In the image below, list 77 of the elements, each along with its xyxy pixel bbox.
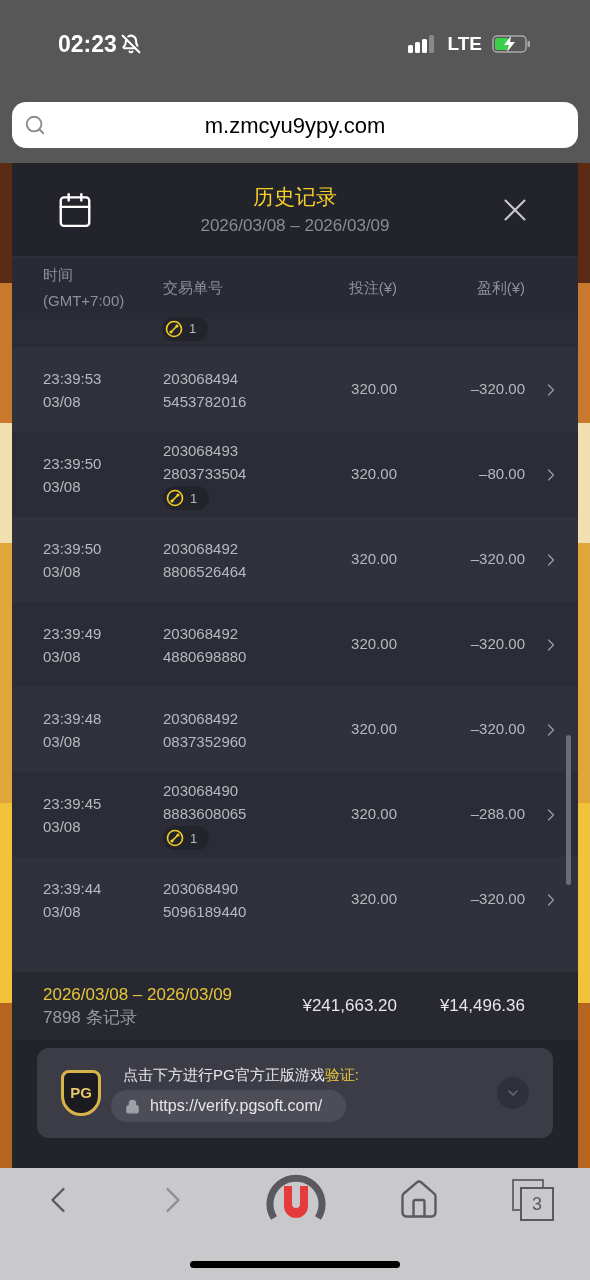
bet-amount: 320.00 (351, 720, 397, 738)
table-row[interactable]: 23:39:53 03/08 203068494 5453782016 320.00 –320.00 (12, 347, 578, 432)
verify-link[interactable]: https://verify.pgsoft.com/ (111, 1090, 347, 1123)
row-time: 23:39:48 (43, 708, 103, 729)
bet-amount: 320.00 (351, 465, 397, 483)
profit-amount: –320.00 (470, 890, 525, 908)
row-time: 23:39:53 (43, 368, 103, 389)
clock: 02:23 (58, 29, 117, 59)
verification-text: 点击下方进行PG官方正版游戏验证: (123, 1064, 360, 1085)
pg-shield-logo: PG (61, 1070, 101, 1116)
row-date: 03/08 (43, 816, 82, 837)
transaction-id: 203068492 (163, 538, 240, 559)
network-type: LTE (447, 31, 482, 56)
column-header: 投注(¥) (348, 278, 397, 296)
summary-date-range: 2026/03/08 – 2026/03/09 (43, 984, 234, 1006)
record-count: 7898 条记录 (43, 1007, 138, 1029)
row-date: 03/08 (43, 646, 82, 667)
profit-amount: –320.00 (470, 635, 525, 653)
bet-amount: 320.00 (351, 380, 397, 398)
row-date: 03/08 (43, 561, 82, 582)
table-row[interactable]: 23:39:48 03/08 203068492 0837352960 320.00 –320.00 (12, 687, 578, 772)
transaction-id: 8883608065 (163, 804, 248, 824)
transaction-id: 5096189440 (163, 901, 248, 922)
bet-amount: 320.00 (351, 635, 397, 653)
table-row[interactable]: 23:39:49 03/08 203068492 4880698880 320.00 –320.00 (12, 602, 578, 687)
dialog-title: 历史记录 (253, 184, 337, 210)
profit-amount: –320.00 (470, 720, 525, 738)
profit-amount: –320.00 (470, 380, 525, 398)
row-date: 03/08 (43, 731, 82, 752)
lock-icon (125, 1098, 140, 1114)
address-bar[interactable]: m.zmcyu9ypy.com (12, 102, 578, 148)
column-header: 时间 (43, 265, 74, 285)
row-time: 23:39:44 (43, 878, 103, 899)
row-time: 23:39:50 (43, 453, 103, 474)
date-range: 2026/03/08 – 2026/03/09 (200, 214, 390, 237)
transaction-id: 8806526464 (163, 561, 248, 582)
row-date: 03/08 (43, 391, 82, 412)
total-profit: ¥14,496.36 (439, 996, 525, 1016)
table-row[interactable]: 23:39:50 03/08 203068492 8806526464 320.00 –320.00 (12, 517, 578, 602)
transaction-id: 2803733504 (163, 464, 248, 484)
transaction-id: 203068493 (163, 441, 240, 461)
row-time: 23:39:45 (43, 793, 103, 814)
total-bet: ¥241,663.20 (302, 996, 397, 1016)
transaction-id: 203068492 (163, 708, 240, 729)
column-header: 交易单号 (163, 278, 223, 296)
row-date: 03/08 (43, 476, 82, 497)
row-date: 03/08 (43, 901, 82, 922)
table-row[interactable]: 1 (12, 318, 578, 347)
table-row[interactable]: 23:39:50 03/08 203068493 2803733504 1 320.00 –80.00 (12, 432, 578, 517)
transaction-id: 0837352960 (163, 731, 248, 752)
row-time: 23:39:50 (43, 538, 103, 559)
column-header: 盈利(¥) (476, 278, 525, 296)
multiplier-badge: 1 (162, 317, 209, 341)
row-time: 23:39:49 (43, 623, 103, 644)
transaction-id: 203068490 (163, 781, 240, 801)
bet-amount: 320.00 (351, 890, 397, 908)
multiplier-badge: 1 (163, 826, 210, 850)
search-icon (24, 114, 46, 136)
link-icon (166, 489, 184, 507)
link-icon (165, 320, 183, 338)
table-row[interactable]: 23:39:44 03/08 203068490 5096189440 320.00 –320.00 (12, 857, 578, 942)
profit-amount: –320.00 (470, 550, 525, 568)
transaction-id: 203068490 (163, 878, 240, 899)
battery-charging-icon (492, 34, 532, 54)
transaction-id: 5453782016 (163, 391, 248, 412)
bell-off-icon (120, 34, 141, 54)
transaction-id: 4880698880 (163, 646, 248, 667)
transaction-id: 203068492 (163, 623, 240, 644)
column-subheader: (GMT+7:00) (43, 291, 126, 311)
bet-amount: 320.00 (351, 805, 397, 823)
table-row[interactable]: 23:39:45 03/08 203068490 8883608065 1 320.00 –288.00 (12, 772, 578, 857)
bet-amount: 320.00 (351, 550, 397, 568)
link-icon (166, 829, 184, 847)
multiplier-badge: 1 (163, 486, 210, 510)
transaction-id: 203068494 (163, 368, 240, 389)
profit-amount: –80.00 (479, 465, 525, 483)
profit-amount: –288.00 (470, 805, 525, 823)
